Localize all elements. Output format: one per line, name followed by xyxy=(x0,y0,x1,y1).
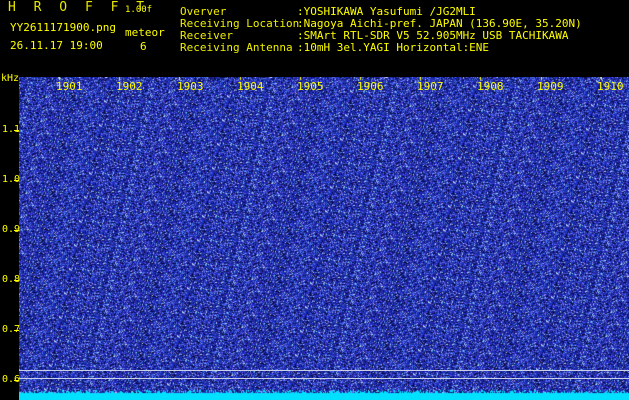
x-tick-label: 1904 xyxy=(237,80,264,93)
x-tick-label: 1909 xyxy=(537,80,564,93)
x-tick-label: 1905 xyxy=(297,80,324,93)
y-tick-mark xyxy=(14,180,19,181)
y-tick-mark xyxy=(14,380,19,381)
mode-label: meteor xyxy=(125,26,165,39)
info-label-antenna: Receiving Antenna xyxy=(180,41,293,54)
info-value-antenna: :10mH 3el.YAGI Horizontal:ENE xyxy=(297,41,490,54)
x-tick-label: 1910 xyxy=(597,80,624,93)
axis-unit-label: kHz xyxy=(1,73,20,84)
reference-line-upper xyxy=(19,370,629,371)
version-label: 1.00f xyxy=(125,5,153,15)
datetime-label: 26.11.17 19:00 xyxy=(10,39,103,52)
x-tick-label: 1902 xyxy=(116,80,143,93)
y-tick-mark xyxy=(14,130,19,131)
y-tick-mark xyxy=(14,330,19,331)
y-tick-mark xyxy=(14,280,19,281)
x-tick-label: 1907 xyxy=(417,80,444,93)
x-tick-label: 1901 xyxy=(56,80,83,93)
spectrogram-canvas xyxy=(19,77,629,400)
x-tick-label: 1903 xyxy=(177,80,204,93)
count-label: 6 xyxy=(140,40,147,53)
x-tick-label: 1906 xyxy=(357,80,384,93)
y-tick-mark xyxy=(14,230,19,231)
filename-label: YY2611171900.png xyxy=(10,21,116,34)
reference-line-lower xyxy=(19,378,629,379)
x-tick-label: 1908 xyxy=(477,80,504,93)
